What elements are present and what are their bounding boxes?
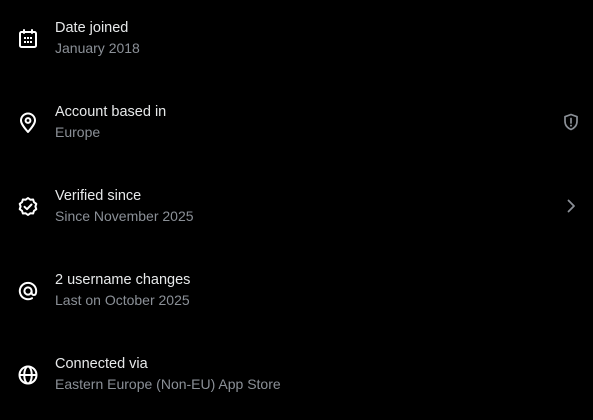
account-info-list: Date joined January 2018 Account based i…: [0, 0, 593, 409]
at-sign-icon: [16, 279, 40, 303]
row-value: Europe: [55, 124, 101, 140]
calendar-icon: [16, 27, 40, 51]
row-value: Since November 2025: [55, 208, 194, 224]
location-pin-icon: [16, 111, 40, 135]
row-username-changes: 2 username changes Last on October 2025: [0, 252, 593, 336]
row-value: Last on October 2025: [55, 292, 190, 308]
chevron-right-icon[interactable]: [561, 196, 581, 216]
row-value: January 2018: [55, 40, 140, 56]
verified-badge-icon: [16, 195, 40, 219]
row-label: Date joined: [55, 20, 129, 36]
row-label: Verified since: [55, 188, 142, 204]
shield-alert-icon[interactable]: [561, 112, 581, 132]
row-label: Connected via: [55, 356, 148, 372]
row-label: 2 username changes: [55, 272, 191, 288]
row-date-joined: Date joined January 2018: [0, 0, 593, 84]
row-account-based-in: Account based in Europe: [0, 84, 593, 168]
row-verified-since[interactable]: Verified since Since November 2025: [0, 168, 593, 252]
row-value: Eastern Europe (Non-EU) App Store: [55, 376, 281, 392]
row-label: Account based in: [55, 104, 167, 120]
row-connected-via: Connected via Eastern Europe (Non-EU) Ap…: [0, 336, 593, 420]
globe-icon: [16, 363, 40, 387]
